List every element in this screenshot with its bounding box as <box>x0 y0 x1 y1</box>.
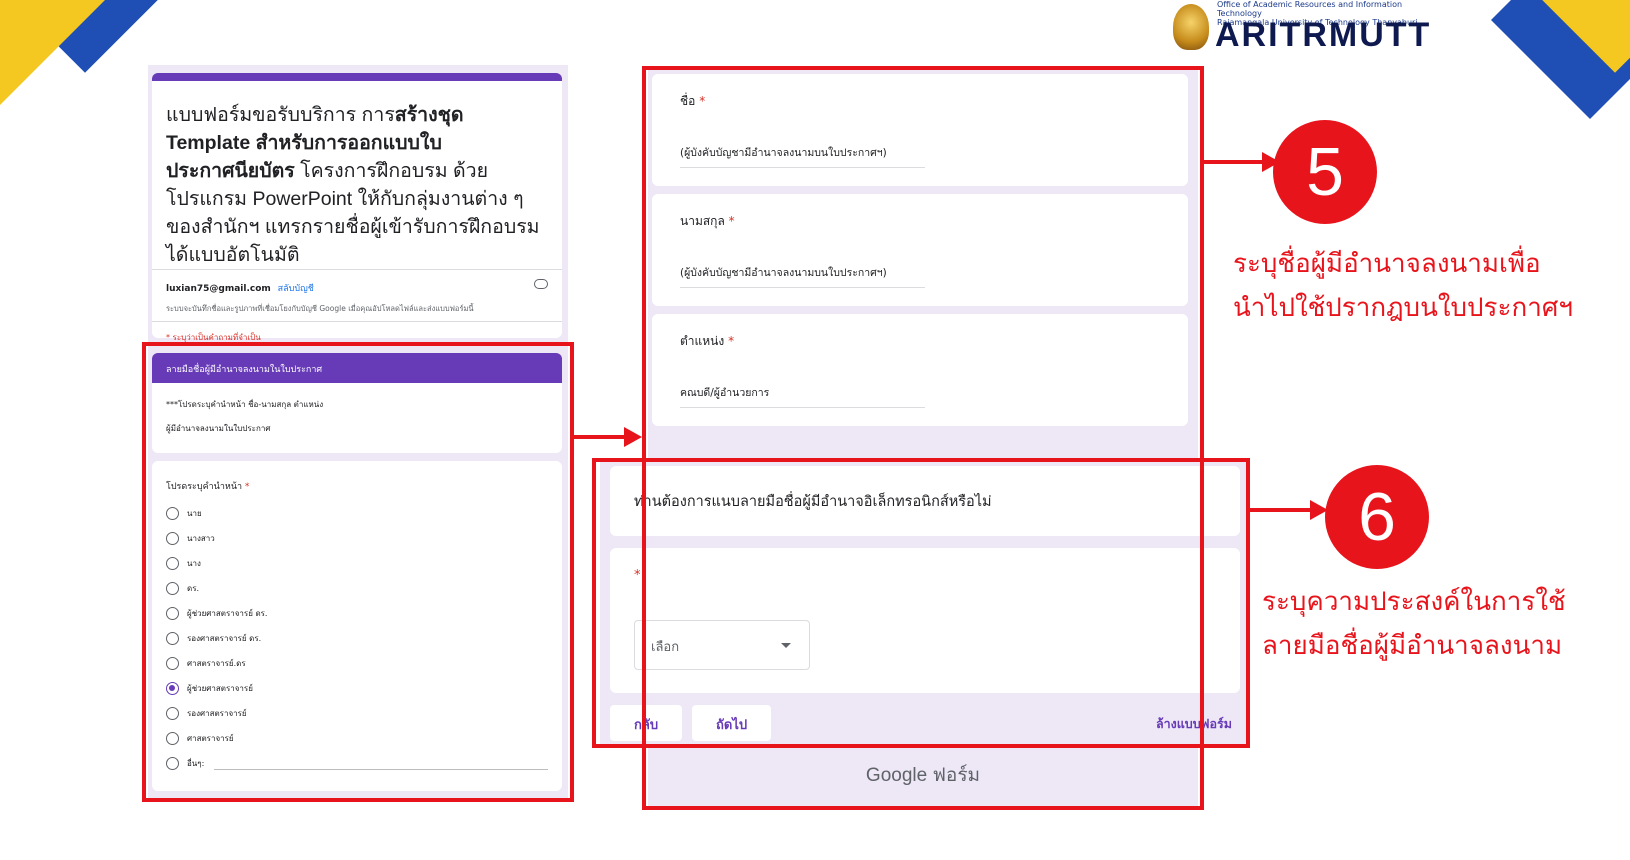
logo-name: ARITRMUTT <box>1215 16 1432 54</box>
corner-decoration-yellow <box>0 0 105 105</box>
highlight-box-esign <box>592 458 1250 748</box>
divider <box>152 269 562 270</box>
step-6-badge: 6 <box>1325 465 1429 569</box>
arrow-line <box>1204 160 1264 164</box>
cloud-saved-icon <box>534 279 548 289</box>
divider <box>152 321 562 322</box>
university-emblem-icon <box>1173 4 1209 50</box>
arrow-right-icon <box>624 427 642 447</box>
step-6-note: ระบุความประสงค์ในการใช้ ลายมือชื่อผู้มีอ… <box>1262 580 1566 668</box>
aritrmutt-logo: Office of Academic Resources and Informa… <box>1165 0 1435 60</box>
account-row: luxian75@gmail.com สลับบัญชี <box>166 279 548 295</box>
form-title-card: แบบฟอร์มขอรับบริการ การสร้างชุด Template… <box>152 73 562 342</box>
step-5-note-line2: นำไปใช้ปรากฎบนใบประกาศฯ <box>1233 293 1573 323</box>
step-6-note-line2: ลายมือชื่อผู้มีอำนาจลงนาม <box>1262 631 1563 661</box>
account-email: luxian75@gmail.com <box>166 284 271 294</box>
switch-account-link[interactable]: สลับบัญชี <box>278 284 314 294</box>
form-title: แบบฟอร์มขอรับบริการ การสร้างชุด Template… <box>166 101 548 269</box>
step-5-badge: 5 <box>1273 120 1377 224</box>
account-note: ระบบจะบันทึกชื่อและรูปภาพที่เชื่อมโยงกับ… <box>166 304 474 313</box>
form-title-part1: แบบฟอร์มขอรับบริการ การ <box>166 104 395 126</box>
step-5-note-line1: ระบุชื่อผู้มีอำนาจลงนามเพื่อ <box>1233 249 1541 279</box>
arrow-line <box>1250 508 1312 512</box>
step-5-note: ระบุชื่อผู้มีอำนาจลงนามเพื่อ นำไปใช้ปราก… <box>1233 242 1573 330</box>
arrow-line <box>574 435 626 439</box>
step-6-note-line1: ระบุความประสงค์ในการใช้ <box>1262 587 1566 617</box>
highlight-box-section <box>142 342 574 802</box>
